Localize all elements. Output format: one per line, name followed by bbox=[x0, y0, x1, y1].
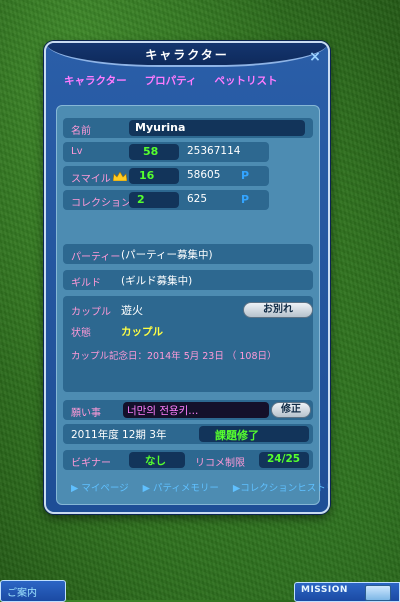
beginner-field: なし bbox=[129, 452, 185, 468]
wish-row: 願い事 너만의 전용키... 修正 bbox=[63, 400, 313, 420]
crown-icon bbox=[113, 172, 127, 181]
smile-field: 16 bbox=[129, 168, 179, 184]
tab-pet-list[interactable]: ペットリスト bbox=[214, 73, 277, 88]
collection-value: 2 bbox=[137, 193, 145, 206]
beginner-row: ビギナー なし リコメ制限 24/25 bbox=[63, 450, 313, 470]
mission-button[interactable]: MISSION bbox=[301, 585, 348, 595]
collection-row: コレクション 2 625 P bbox=[63, 190, 269, 210]
collection-points-unit: P bbox=[241, 193, 250, 206]
smile-value: 16 bbox=[139, 169, 155, 182]
level-exp: 25367114 bbox=[187, 145, 241, 157]
close-icon[interactable]: × bbox=[308, 50, 322, 64]
window-title: キャラクター bbox=[145, 48, 229, 62]
guide-button-label: ご案内 bbox=[7, 588, 37, 599]
level-label: Lv bbox=[71, 146, 83, 157]
collection-field: 2 bbox=[129, 192, 179, 208]
guild-row: ギルド (ギルド募集中) bbox=[63, 270, 313, 290]
couple-anniversary: カップル記念日：2014年 5月 23日 （ 108日） bbox=[71, 351, 277, 362]
couple-status-label: 状態 bbox=[71, 328, 91, 339]
character-info-area: 名前 Myurina Lv 58 25367114 スマイル 16 58605 … bbox=[56, 105, 328, 505]
link-collection-history[interactable]: ▶コレクションヒストリー bbox=[233, 480, 328, 494]
wish-label: 願い事 bbox=[71, 408, 101, 419]
level-row: Lv 58 25367114 bbox=[63, 142, 269, 162]
couple-status-value: カップル bbox=[121, 326, 163, 338]
link-my-page[interactable]: ▶ マイページ bbox=[71, 480, 129, 494]
school-row: 2011年度 12期 3年 課題修了 bbox=[63, 424, 313, 444]
party-row: パーティー (パーティー募集中) bbox=[63, 244, 313, 264]
guide-button[interactable]: ご案内 bbox=[0, 580, 66, 602]
beginner-value: なし bbox=[145, 455, 166, 467]
name-row: 名前 Myurina bbox=[63, 118, 313, 138]
wish-field: 너만의 전용키... bbox=[123, 402, 269, 418]
name-label: 名前 bbox=[71, 126, 91, 137]
mission-bar: MISSION bbox=[294, 582, 400, 602]
beginner-label: ビギナー bbox=[71, 458, 111, 469]
guild-label: ギルド bbox=[71, 278, 101, 289]
tab-bar: キャラクター プロパティ ペットリスト bbox=[64, 73, 277, 88]
tab-property[interactable]: プロパティ bbox=[145, 73, 197, 88]
level-field: 58 bbox=[129, 144, 179, 160]
party-label: パーティー bbox=[71, 252, 121, 263]
smile-row: スマイル 16 58605 P bbox=[63, 166, 269, 186]
guild-value: (ギルド募集中) bbox=[121, 275, 193, 287]
couple-partner: 遊火 bbox=[121, 304, 143, 317]
comment-limit-value: 24/25 bbox=[267, 453, 301, 465]
collection-label: コレクション bbox=[71, 198, 131, 209]
name-field: Myurina bbox=[129, 120, 305, 136]
comment-limit-label: リコメ制限 bbox=[195, 458, 245, 469]
window-titlebar[interactable]: キャラクター × bbox=[46, 43, 328, 67]
chat-icon[interactable] bbox=[365, 585, 391, 601]
name-value: Myurina bbox=[135, 121, 186, 134]
footer-links: ▶ マイページ ▶ パティメモリー ▶コレクションヒストリー bbox=[71, 480, 328, 494]
level-value: 58 bbox=[143, 145, 159, 158]
comment-limit-field: 24/25 bbox=[259, 452, 309, 468]
smile-points-unit: P bbox=[241, 169, 250, 182]
task-status: 課題修了 bbox=[215, 429, 259, 442]
task-status-field: 課題修了 bbox=[199, 426, 309, 442]
character-window: キャラクター × キャラクター プロパティ ペットリスト 名前 Myurina … bbox=[44, 41, 330, 514]
edit-wish-button[interactable]: 修正 bbox=[271, 402, 311, 418]
breakup-button[interactable]: お別れ bbox=[243, 302, 313, 318]
smile-label: スマイル bbox=[71, 174, 111, 185]
collection-points: 625 bbox=[187, 193, 208, 205]
smile-points: 58605 bbox=[187, 169, 221, 181]
school-year: 2011年度 12期 3年 bbox=[71, 429, 167, 441]
wish-value: 너만의 전용키... bbox=[127, 405, 199, 417]
tab-character[interactable]: キャラクター bbox=[64, 73, 127, 88]
couple-section: カップル 遊火 お別れ 状態 カップル カップル記念日：2014年 5月 23日… bbox=[63, 296, 313, 392]
couple-label: カップル bbox=[71, 307, 111, 318]
party-value: (パーティー募集中) bbox=[121, 249, 213, 261]
link-party-memory[interactable]: ▶ パティメモリー bbox=[143, 480, 219, 494]
